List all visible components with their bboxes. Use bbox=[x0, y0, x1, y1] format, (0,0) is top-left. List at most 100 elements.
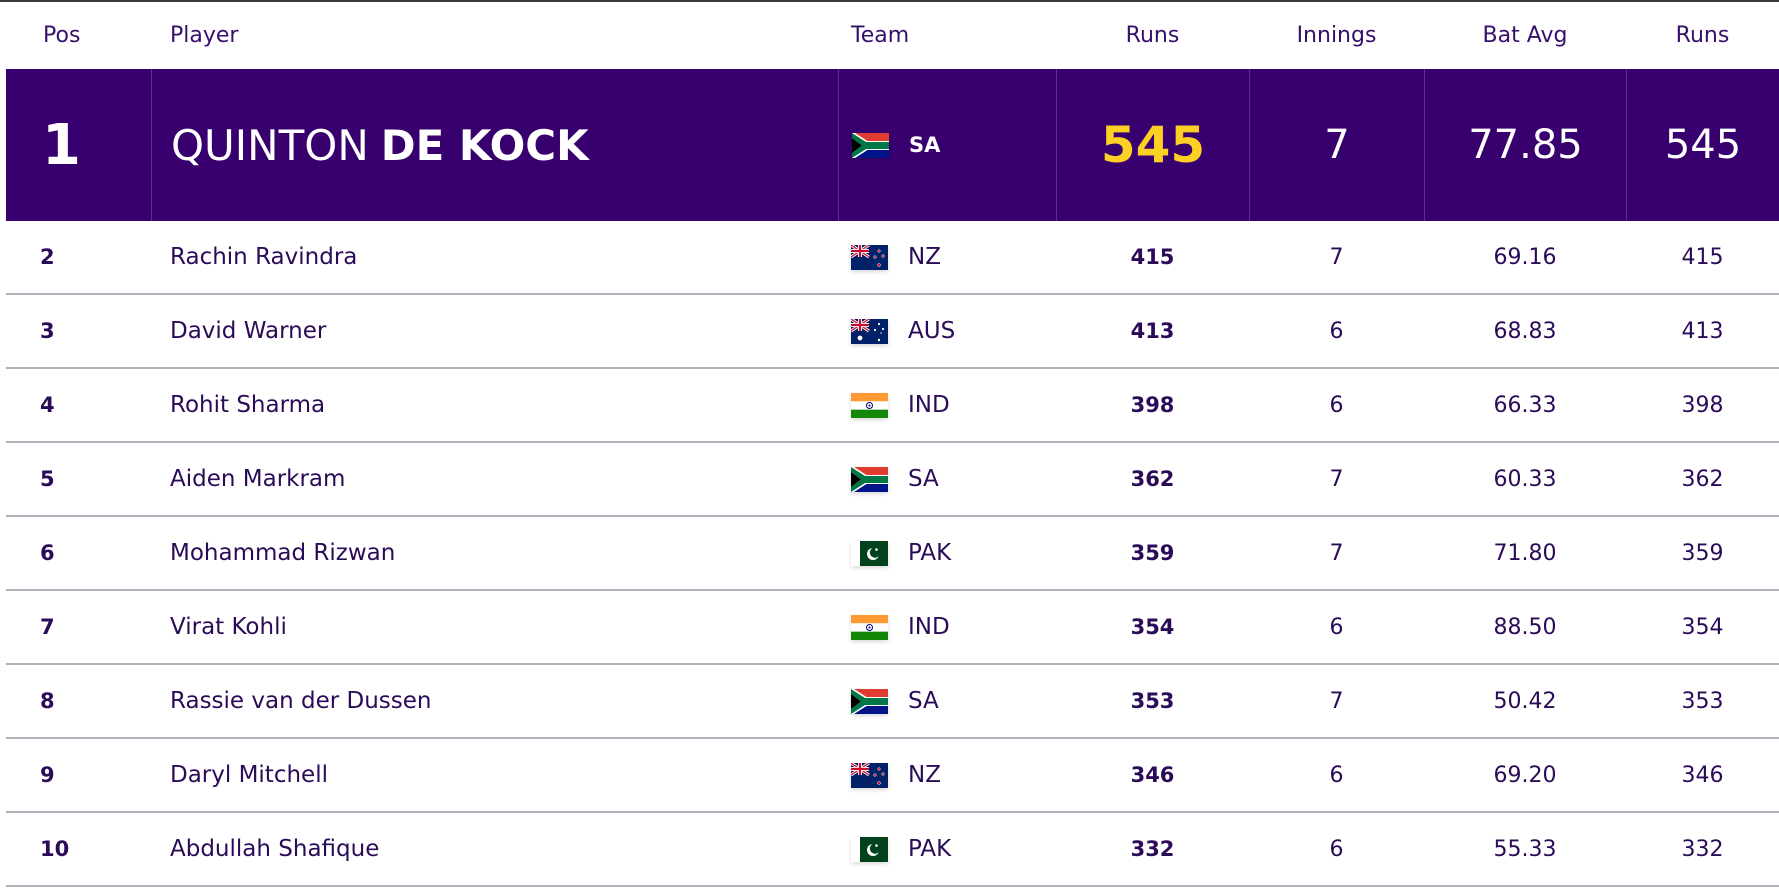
row-bat-avg: 69.16 bbox=[1493, 244, 1557, 270]
row-runs: 413 bbox=[1130, 319, 1175, 343]
row-runs: 353 bbox=[1130, 689, 1175, 713]
header-player[interactable]: Player bbox=[151, 2, 838, 69]
flag-nz-icon bbox=[851, 244, 888, 270]
row-team-code: SA bbox=[908, 688, 939, 714]
row-team: SA bbox=[838, 443, 1056, 515]
row-runs: 398 bbox=[1130, 393, 1175, 417]
row-runs-2: 346 bbox=[1681, 762, 1724, 788]
table-row[interactable]: 2 Rachin Ravindra NZ 415 7 69.16 415 bbox=[6, 221, 1779, 295]
row-runs-2: 332 bbox=[1681, 836, 1724, 862]
header-innings[interactable]: Innings bbox=[1249, 2, 1424, 69]
row-bat-avg: 88.50 bbox=[1493, 614, 1557, 640]
row-runs: 415 bbox=[1130, 245, 1175, 269]
row-team-code: NZ bbox=[908, 244, 941, 270]
table-row[interactable]: 9 Daryl Mitchell NZ 346 6 69.20 346 bbox=[6, 739, 1779, 813]
flag-pak-icon bbox=[851, 540, 888, 566]
row-player-name[interactable]: David Warner bbox=[151, 295, 838, 367]
leader-pos: 1 bbox=[42, 112, 81, 178]
header-runs[interactable]: Runs bbox=[1056, 2, 1249, 69]
row-runs-2: 415 bbox=[1681, 244, 1724, 270]
row-team: NZ bbox=[838, 221, 1056, 293]
row-runs-2: 413 bbox=[1681, 318, 1724, 344]
row-team-code: IND bbox=[908, 614, 950, 640]
row-team-code: SA bbox=[908, 466, 939, 492]
row-team-code: NZ bbox=[908, 762, 941, 788]
flag-sa-icon bbox=[851, 688, 888, 714]
leader-bat-avg: 77.85 bbox=[1424, 69, 1626, 221]
row-innings: 7 bbox=[1329, 688, 1344, 714]
row-pos: 2 bbox=[40, 245, 55, 269]
row-player-name[interactable]: Rohit Sharma bbox=[151, 369, 838, 441]
row-pos: 6 bbox=[40, 541, 55, 565]
row-player-name[interactable]: Aiden Markram bbox=[151, 443, 838, 515]
leader-player-name[interactable]: QUINTON DE KOCK bbox=[151, 69, 838, 221]
table-row[interactable]: 5 Aiden Markram SA 362 7 60.33 362 bbox=[6, 443, 1779, 517]
row-bat-avg: 50.42 bbox=[1493, 688, 1557, 714]
row-pos: 5 bbox=[40, 467, 55, 491]
row-team: SA bbox=[838, 665, 1056, 737]
header-pos[interactable]: Pos bbox=[6, 2, 151, 69]
header-bat-avg[interactable]: Bat Avg bbox=[1424, 2, 1626, 69]
row-team-code: IND bbox=[908, 392, 950, 418]
row-runs-2: 398 bbox=[1681, 392, 1724, 418]
table-row[interactable]: 6 Mohammad Rizwan PAK 359 7 71.80 359 bbox=[6, 517, 1779, 591]
row-pos: 7 bbox=[40, 615, 55, 639]
row-pos: 4 bbox=[40, 393, 55, 417]
row-innings: 6 bbox=[1329, 392, 1344, 418]
row-runs: 362 bbox=[1130, 467, 1175, 491]
flag-aus-icon bbox=[851, 318, 888, 344]
row-player-name[interactable]: Abdullah Shafique bbox=[151, 813, 838, 885]
row-innings: 7 bbox=[1329, 540, 1344, 566]
row-innings: 6 bbox=[1329, 614, 1344, 640]
leader-row[interactable]: 1 QUINTON DE KOCK SA 545 7 77.85 545 bbox=[6, 69, 1779, 221]
row-player-name[interactable]: Rassie van der Dussen bbox=[151, 665, 838, 737]
row-player-name[interactable]: Virat Kohli bbox=[151, 591, 838, 663]
table-row[interactable]: 4 Rohit Sharma IND 398 6 66.33 398 bbox=[6, 369, 1779, 443]
row-innings: 6 bbox=[1329, 762, 1344, 788]
leader-last-name: DE KOCK bbox=[380, 120, 589, 170]
row-innings: 7 bbox=[1329, 244, 1344, 270]
row-runs: 354 bbox=[1130, 615, 1175, 639]
row-pos: 3 bbox=[40, 319, 55, 343]
row-team: NZ bbox=[838, 739, 1056, 811]
row-innings: 6 bbox=[1329, 836, 1344, 862]
row-player-name[interactable]: Rachin Ravindra bbox=[151, 221, 838, 293]
row-runs-2: 362 bbox=[1681, 466, 1724, 492]
row-runs-2: 353 bbox=[1681, 688, 1724, 714]
row-pos: 9 bbox=[40, 763, 55, 787]
row-bat-avg: 60.33 bbox=[1493, 466, 1557, 492]
row-player-name[interactable]: Daryl Mitchell bbox=[151, 739, 838, 811]
flag-nz-icon bbox=[851, 762, 888, 788]
flag-ind-icon bbox=[851, 392, 888, 418]
row-innings: 7 bbox=[1329, 466, 1344, 492]
table-row[interactable]: 10 Abdullah Shafique PAK 332 6 55.33 332 bbox=[6, 813, 1779, 887]
row-team-code: AUS bbox=[908, 318, 956, 344]
leader-runs: 545 bbox=[1056, 69, 1249, 221]
leader-team-code: SA bbox=[909, 133, 941, 157]
table-row[interactable]: 3 David Warner AUS 413 6 68.83 413 bbox=[6, 295, 1779, 369]
row-runs: 332 bbox=[1130, 837, 1175, 861]
row-bat-avg: 68.83 bbox=[1493, 318, 1557, 344]
table-row[interactable]: 8 Rassie van der Dussen SA 353 7 50.42 3… bbox=[6, 665, 1779, 739]
table-header: Pos Player Team Runs Innings Bat Avg Run… bbox=[6, 2, 1779, 69]
leader-team: SA bbox=[838, 69, 1056, 221]
leader-runs-2: 545 bbox=[1626, 69, 1779, 221]
row-team: IND bbox=[838, 369, 1056, 441]
leader-innings: 7 bbox=[1249, 69, 1424, 221]
row-bat-avg: 55.33 bbox=[1493, 836, 1557, 862]
row-team: AUS bbox=[838, 295, 1056, 367]
table-row[interactable]: 7 Virat Kohli IND 354 6 88.50 354 bbox=[6, 591, 1779, 665]
header-team[interactable]: Team bbox=[838, 2, 1056, 69]
flag-sa-icon bbox=[851, 466, 888, 492]
row-bat-avg: 69.20 bbox=[1493, 762, 1557, 788]
header-runs-2[interactable]: Runs bbox=[1626, 2, 1779, 69]
row-runs: 359 bbox=[1130, 541, 1175, 565]
row-runs: 346 bbox=[1130, 763, 1175, 787]
row-pos: 8 bbox=[40, 689, 55, 713]
row-team-code: PAK bbox=[908, 836, 952, 862]
row-runs-2: 359 bbox=[1681, 540, 1724, 566]
row-pos: 10 bbox=[40, 837, 70, 861]
row-bat-avg: 66.33 bbox=[1493, 392, 1557, 418]
row-player-name[interactable]: Mohammad Rizwan bbox=[151, 517, 838, 589]
leader-first-name: QUINTON bbox=[171, 120, 369, 170]
